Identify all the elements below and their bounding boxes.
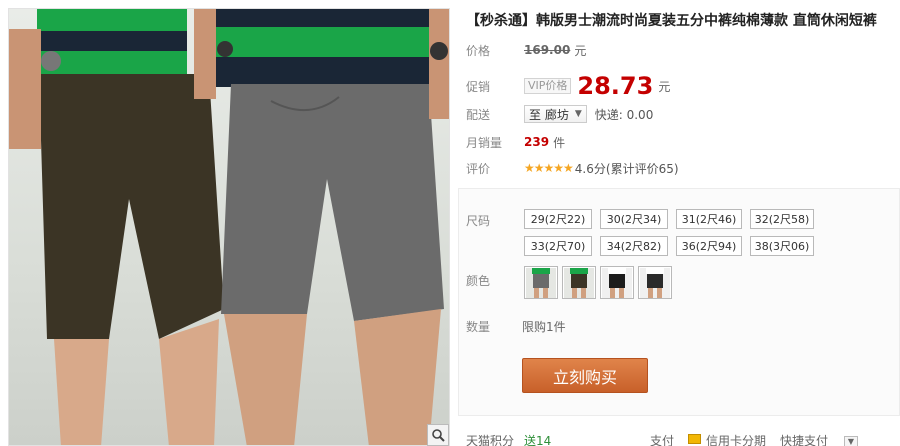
size-option[interactable]: 38(3尺06) [750,236,814,256]
promo-row: 促销 VIP价格 28.73 元 [466,72,670,100]
bottom-info-bar: 天猫积分 送14 支付 信用卡分期 快捷支付 ▼ [466,432,900,446]
sales-unit: 件 [553,135,566,150]
rating-link[interactable]: 4.6分(累计评价65) [575,160,679,177]
quick-pay[interactable]: 快捷支付 [780,432,828,446]
promo-unit: 元 [658,79,671,94]
rating-row: 评价 ★★★★★ 4.6分(累计评价65) [466,158,679,178]
size-option[interactable]: 30(2尺34) [600,209,668,229]
product-title: 【秒杀通】韩版男士潮流时尚夏装五分中裤纯棉薄款 直筒休闲短裤 [466,13,877,29]
promo-price: 28.73 [577,72,654,100]
promo-label: 促销 [466,79,491,94]
color-swatch-black-white-2[interactable] [638,266,672,299]
quantity-label: 数量 [466,320,491,334]
size-option[interactable]: 29(2尺22) [524,209,592,229]
zoom-button[interactable] [427,424,449,446]
swatch-thumbnail [526,267,556,298]
points-label: 天猫积分 [466,434,515,446]
credit-card-icon [688,433,701,446]
color-swatch-brown-green[interactable] [562,266,596,299]
shipping-fee: 快递: 0.00 [594,107,654,122]
credit-card-installment[interactable]: 信用卡分期 [706,432,766,446]
original-price: 169.00 [524,43,571,57]
rating-label: 评价 [466,161,491,176]
swatch-thumbnail [602,267,632,298]
color-swatch-black-white[interactable] [600,266,634,299]
price-row: 价格 169.00 元 [466,40,586,60]
swatch-thumbnail [640,267,670,298]
buy-now-button[interactable]: 立刻购买 [522,358,648,393]
size-option[interactable]: 32(2尺58) [750,209,814,229]
location-select[interactable]: 至 廊坊 ▼ [524,105,587,123]
size-option[interactable]: 33(2尺70) [524,236,592,256]
points-value: 送14 [524,434,552,446]
magnifier-icon [432,429,445,442]
price-unit: 元 [574,43,587,58]
price-label: 价格 [466,43,491,58]
location-value: 至 廊坊 [529,107,569,122]
product-photo [9,9,449,445]
chevron-down-icon[interactable]: ▼ [844,433,858,446]
size-option[interactable]: 36(2尺94) [676,236,742,256]
size-label: 尺码 [466,214,491,228]
chevron-down-icon: ▼ [574,109,582,119]
sales-count: 239 [524,135,550,149]
size-option[interactable]: 34(2尺82) [600,236,668,256]
sales-label: 月销量 [466,135,503,150]
sales-row: 月销量 239 件 [466,132,565,152]
purchase-limit: 限购1件 [522,320,566,334]
pay-label: 支付 [650,434,675,446]
color-swatch-gray-green[interactable] [524,266,558,299]
delivery-row: 配送 至 廊坊 ▼ 快递: 0.00 [466,104,653,124]
delivery-label: 配送 [466,107,491,122]
size-option[interactable]: 31(2尺46) [676,209,742,229]
color-label: 颜色 [466,274,491,288]
product-image[interactable] [8,8,450,446]
vip-price-tag: VIP价格 [524,78,572,94]
swatch-thumbnail [564,267,594,298]
rating-stars-icon: ★★★★★ [524,161,574,175]
